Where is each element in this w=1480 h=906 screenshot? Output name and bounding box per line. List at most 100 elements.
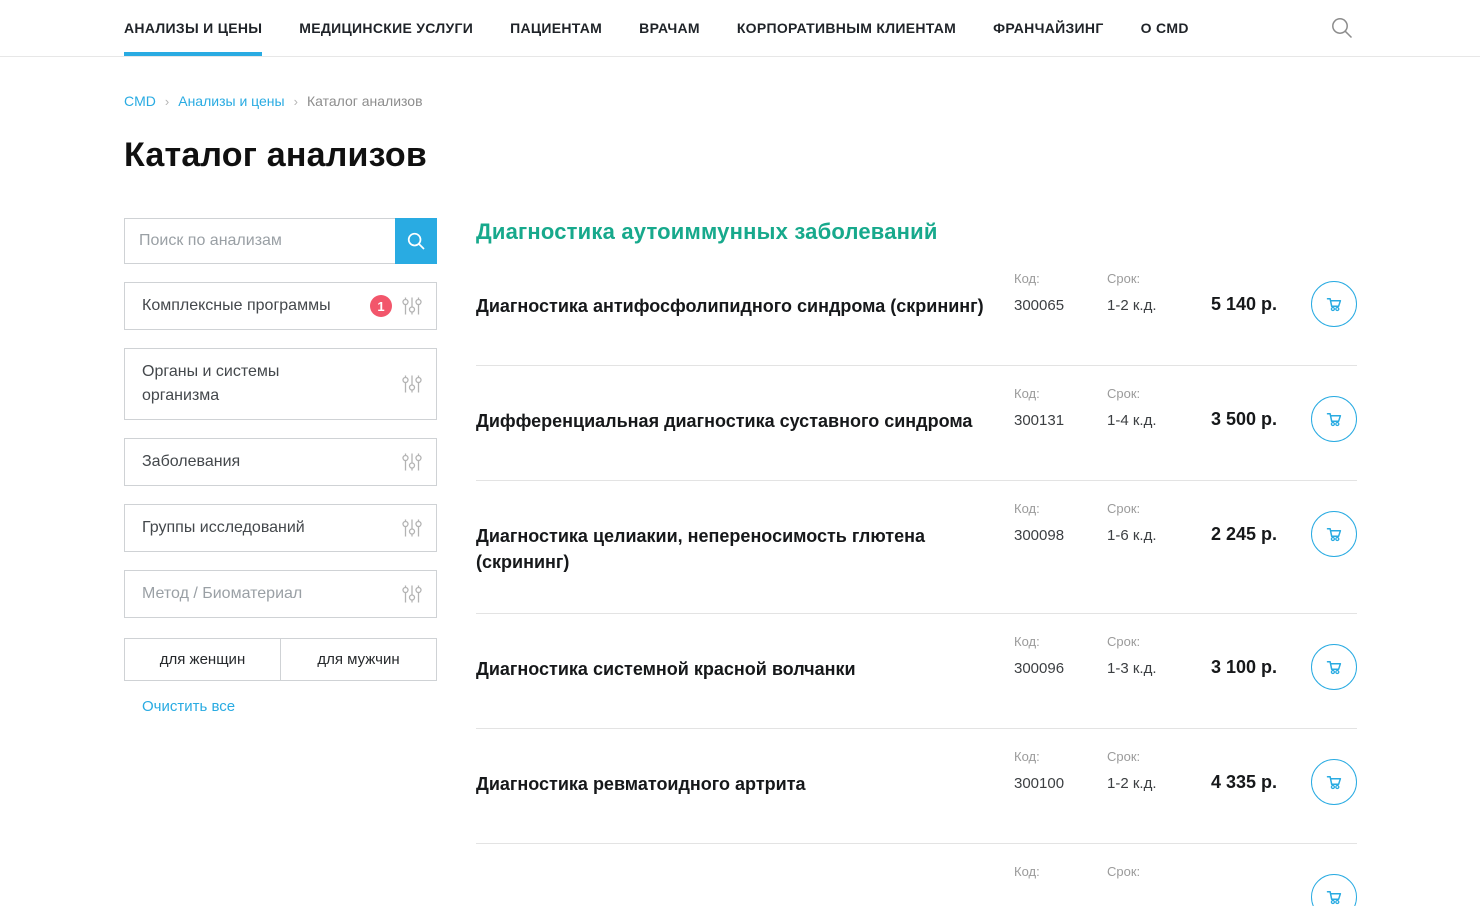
test-price: 5 140 р. [1197, 294, 1277, 315]
filter-label: Органы и системы организма [142, 360, 360, 408]
add-to-cart-button[interactable] [1311, 644, 1357, 690]
test-term-value: 1-6 к.д. [1107, 526, 1197, 546]
test-title[interactable]: Диагностика целиакии, непереносимость гл… [476, 523, 986, 575]
clear-all-link[interactable]: Очистить все [142, 698, 235, 715]
nav-link[interactable]: О CMD [1141, 0, 1189, 56]
cart-icon [1322, 292, 1346, 316]
for-men-button[interactable]: для мужчин [281, 639, 436, 680]
test-row: Диагностика системной красной волчанки К… [476, 614, 1357, 729]
add-to-cart-button[interactable] [1311, 281, 1357, 327]
test-term-label: Срок: [1107, 749, 1197, 765]
breadcrumb-separator-icon: › [294, 94, 298, 109]
breadcrumb: CMD › Анализы и цены › Каталог анализов [124, 93, 1357, 109]
nav-item: ВРАЧАМ [639, 0, 700, 56]
cart-icon [1322, 407, 1346, 431]
test-title[interactable]: Дифференциальная диагностика суставного … [476, 408, 986, 434]
test-list: Диагностика антифосфолипидного синдрома … [476, 251, 1357, 906]
filter-label: Заболевания [142, 450, 240, 474]
page: CMD › Анализы и цены › Каталог анализов … [0, 93, 1480, 906]
filter-button[interactable]: Комплексные программы 1 [124, 282, 437, 330]
test-term-label: Срок: [1107, 634, 1197, 650]
cart-icon [1322, 522, 1346, 546]
nav-link[interactable]: КОРПОРАТИВНЫМ КЛИЕНТАМ [737, 0, 956, 56]
tests-search [124, 218, 437, 264]
test-title[interactable]: Диагностика системной красной волчанки [476, 656, 986, 682]
search-icon [406, 231, 427, 252]
sliders-icon [401, 373, 423, 395]
cart-icon [1322, 885, 1346, 906]
test-title[interactable]: Диагностика ревматоидного артрита [476, 771, 986, 797]
gender-filter: для женщин для мужчин [124, 638, 437, 681]
nav-link[interactable]: МЕДИЦИНСКИЕ УСЛУГИ [299, 0, 473, 56]
search-icon [1329, 15, 1355, 41]
test-code-value: 300096 [1014, 659, 1107, 679]
tests-search-button[interactable] [395, 218, 437, 264]
test-price: 4 335 р. [1197, 772, 1277, 793]
test-code-label: Код: [1014, 864, 1107, 880]
test-row: Диагностика антифосфолипидного синдрома … [476, 251, 1357, 366]
test-title[interactable]: Диагностика антифосфолипидного синдрома … [476, 293, 986, 319]
add-to-cart-button[interactable] [1311, 396, 1357, 442]
nav-link[interactable]: ВРАЧАМ [639, 0, 700, 56]
filter-button[interactable]: Метод / Биоматериал [124, 570, 437, 618]
header-search-button[interactable] [1328, 14, 1356, 42]
for-women-button[interactable]: для женщин [125, 639, 281, 680]
catalog: Диагностика аутоиммунных заболеваний Диа… [476, 218, 1357, 906]
test-code-label: Код: [1014, 634, 1107, 650]
test-code-label: Код: [1014, 386, 1107, 402]
page-title: Каталог анализов [124, 136, 1357, 175]
sliders-icon [401, 583, 423, 605]
test-price: 3 500 р. [1197, 409, 1277, 430]
add-to-cart-button[interactable] [1311, 874, 1357, 906]
filter-label: Метод / Биоматериал [142, 582, 302, 606]
test-price: 3 100 р. [1197, 657, 1277, 678]
nav-item: О CMD [1141, 0, 1189, 56]
test-term-value: 1-2 к.д. [1107, 774, 1197, 794]
filters-sidebar: Комплексные программы 1 Органы и системы… [124, 218, 437, 716]
test-price: 2 245 р. [1197, 524, 1277, 545]
sliders-icon [401, 517, 423, 539]
cart-icon [1322, 655, 1346, 679]
breadcrumb-current: Каталог анализов [307, 93, 423, 109]
nav-link[interactable]: ФРАНЧАЙЗИНГ [993, 0, 1103, 56]
filter-button[interactable]: Органы и системы организма [124, 348, 437, 420]
breadcrumb-link[interactable]: CMD [124, 93, 156, 109]
test-row: Дифференциальная диагностика суставного … [476, 366, 1357, 481]
breadcrumb-link[interactable]: Анализы и цены [178, 93, 284, 109]
nav-item: КОРПОРАТИВНЫМ КЛИЕНТАМ [737, 0, 956, 56]
sliders-icon [401, 451, 423, 473]
test-row: Диагностика целиакии, непереносимость гл… [476, 481, 1357, 614]
breadcrumb-separator-icon: › [165, 94, 169, 109]
cart-icon [1322, 770, 1346, 794]
test-code-value: 300065 [1014, 296, 1107, 316]
filter-label: Группы исследований [142, 516, 305, 540]
nav-item: МЕДИЦИНСКИЕ УСЛУГИ [299, 0, 473, 56]
filter-button[interactable]: Заболевания [124, 438, 437, 486]
test-row: Диагностика ревматоидного артрита Код: 3… [476, 729, 1357, 844]
nav-item: ФРАНЧАЙЗИНГ [993, 0, 1103, 56]
test-code-value: 300100 [1014, 774, 1107, 794]
site-header: АНАЛИЗЫ И ЦЕНЫ МЕДИЦИНСКИЕ УСЛУГИ ПАЦИЕН… [0, 0, 1480, 57]
test-code-value: 300131 [1014, 411, 1107, 431]
nav-link[interactable]: АНАЛИЗЫ И ЦЕНЫ [124, 0, 262, 56]
nav-link[interactable]: ПАЦИЕНТАМ [510, 0, 602, 56]
test-term-label: Срок: [1107, 386, 1197, 402]
filter-count-badge: 1 [370, 295, 392, 317]
nav-item: АНАЛИЗЫ И ЦЕНЫ [124, 0, 262, 56]
test-code-label: Код: [1014, 271, 1107, 287]
section-title: Диагностика аутоиммунных заболеваний [476, 219, 1357, 245]
add-to-cart-button[interactable] [1311, 759, 1357, 805]
test-term-value: 1-3 к.д. [1107, 659, 1197, 679]
test-term-value: 1-2 к.д. [1107, 296, 1197, 316]
test-code-label: Код: [1014, 749, 1107, 765]
test-code-label: Код: [1014, 501, 1107, 517]
test-code-value: 300098 [1014, 526, 1107, 546]
add-to-cart-button[interactable] [1311, 511, 1357, 557]
tests-search-input[interactable] [124, 218, 395, 264]
test-term-label: Срок: [1107, 501, 1197, 517]
filter-button[interactable]: Группы исследований [124, 504, 437, 552]
filter-list: Комплексные программы 1 Органы и системы… [124, 282, 437, 618]
sliders-icon [401, 295, 423, 317]
main-nav: АНАЛИЗЫ И ЦЕНЫ МЕДИЦИНСКИЕ УСЛУГИ ПАЦИЕН… [124, 0, 1189, 56]
test-row: Код: Срок: [476, 844, 1357, 906]
